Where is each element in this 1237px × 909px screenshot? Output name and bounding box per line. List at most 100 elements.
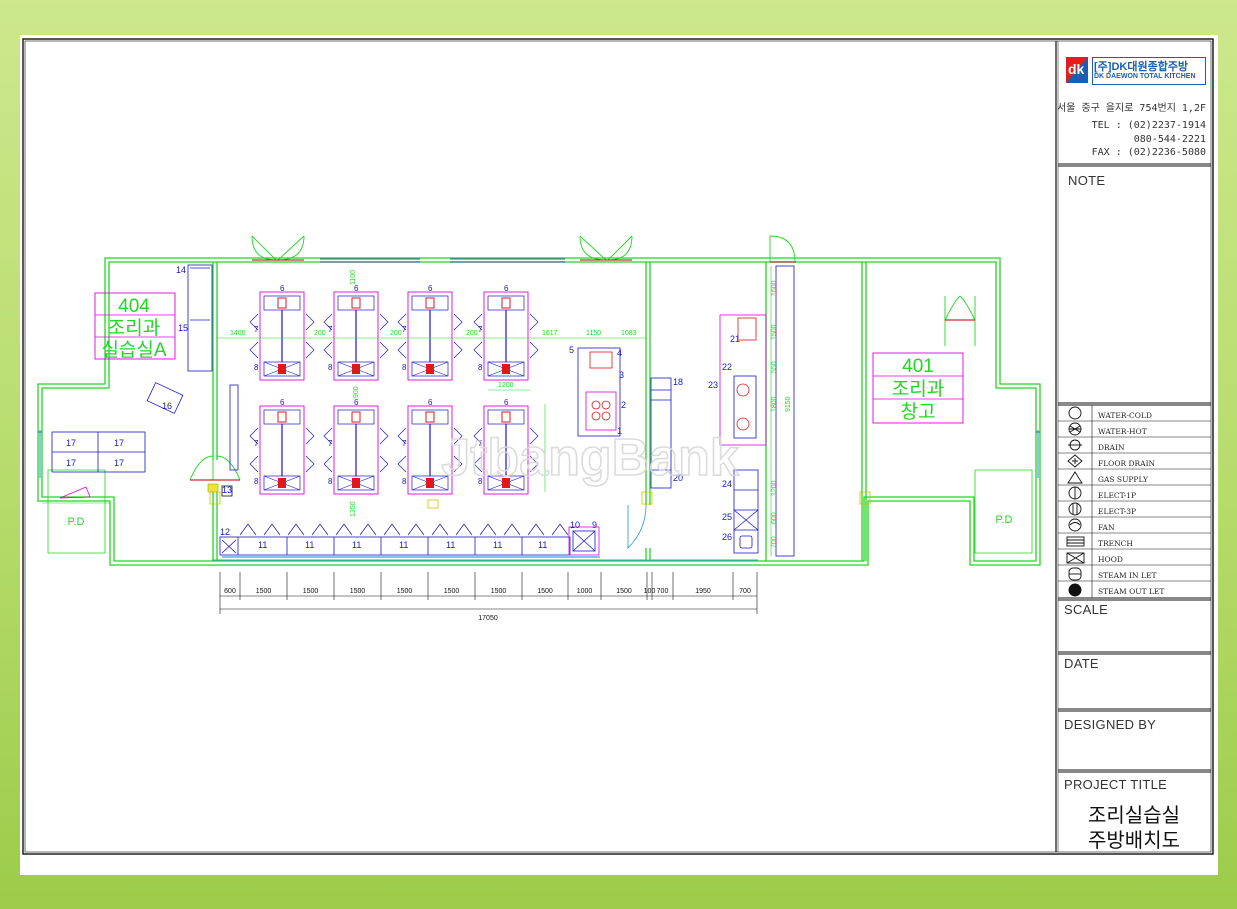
svg-text:550: 550 bbox=[771, 361, 778, 373]
item-8: 8 bbox=[254, 477, 259, 486]
svg-text:1200: 1200 bbox=[771, 480, 778, 496]
legend-row: ELECT-3P bbox=[1056, 505, 1212, 521]
company-name: [주]DK대원종합주방 bbox=[1094, 61, 1189, 73]
svg-text:1400: 1400 bbox=[230, 330, 246, 337]
company-tel2: 080-544-2221 bbox=[1133, 134, 1206, 145]
dimension-label: 1500 bbox=[397, 588, 413, 595]
room-404-name1: 조리과 bbox=[108, 317, 160, 339]
legend-label: DRAIN bbox=[1098, 443, 1125, 452]
chair bbox=[287, 523, 305, 536]
dimension-label: 1500 bbox=[491, 588, 507, 595]
item-6: 6 bbox=[354, 398, 359, 407]
svg-text:9150: 9150 bbox=[785, 396, 792, 412]
legend-row: ELECT-1P bbox=[1056, 489, 1212, 505]
legend-row: STEAM OUT LET bbox=[1056, 585, 1212, 601]
svg-text:17: 17 bbox=[114, 458, 124, 468]
item-18: 18 bbox=[673, 377, 683, 387]
legend-label: STEAM OUT LET bbox=[1098, 587, 1165, 596]
chair bbox=[383, 523, 401, 536]
legend-label: FLOOR DRAIN bbox=[1098, 459, 1156, 468]
cooking-station bbox=[397, 291, 463, 381]
scale-label: SCALE bbox=[1064, 602, 1109, 617]
item-6: 6 bbox=[428, 284, 433, 293]
dimension-label: 1500 bbox=[303, 588, 319, 595]
svg-text:200: 200 bbox=[314, 330, 326, 337]
item-8: 8 bbox=[402, 363, 407, 372]
item-7: 7 bbox=[402, 439, 407, 448]
item-7: 7 bbox=[402, 325, 407, 334]
designed-by-label: DESIGNED BY bbox=[1064, 717, 1157, 732]
svg-text:1150: 1150 bbox=[586, 330, 601, 337]
item-12: 12 bbox=[220, 527, 230, 537]
dimension-label: 1500 bbox=[444, 588, 460, 595]
dimension-label: 600 bbox=[224, 588, 236, 595]
item-11: 11 bbox=[258, 540, 267, 550]
floor-plan: 404 조리과 실습실A 401 조리과 창고 P.D P.D 17 17 17… bbox=[22, 38, 1214, 855]
svg-text:1600: 1600 bbox=[771, 280, 778, 296]
legend-row: FAN bbox=[1056, 521, 1212, 537]
dimension-label: 1500 bbox=[350, 588, 366, 595]
chair bbox=[527, 523, 545, 536]
cooking-station bbox=[323, 405, 389, 495]
item-14: 14 bbox=[176, 265, 186, 275]
dimension-label: 1500 bbox=[256, 588, 272, 595]
svg-text:11: 11 bbox=[399, 540, 408, 550]
item-10: 10 bbox=[570, 520, 580, 530]
cooking-station bbox=[473, 291, 539, 381]
cooking-station bbox=[249, 405, 315, 495]
item-26: 26 bbox=[722, 532, 732, 542]
chair bbox=[551, 523, 569, 536]
project-title-label: PROJECT TITLE bbox=[1064, 777, 1168, 792]
svg-text:1200: 1200 bbox=[498, 382, 514, 389]
item-6: 6 bbox=[280, 398, 285, 407]
title-block: dk [주]DK대원종합주방 DK DAEWON TOTAL KITCHEN 서… bbox=[1056, 41, 1212, 853]
room-401-name2: 창고 bbox=[901, 401, 936, 423]
legend-row: STEAM IN LET bbox=[1056, 569, 1212, 585]
svg-text:11: 11 bbox=[305, 540, 314, 550]
room-401-number: 401 bbox=[902, 356, 934, 377]
pd-label-left: P.D bbox=[68, 516, 85, 528]
chair bbox=[503, 523, 521, 536]
item-6: 6 bbox=[504, 398, 509, 407]
item-17: 17 bbox=[66, 438, 76, 448]
cooking-station bbox=[249, 291, 315, 381]
note-label: NOTE bbox=[1068, 173, 1106, 188]
item-3: 3 bbox=[619, 370, 624, 380]
legend-row: HOOD bbox=[1056, 553, 1212, 569]
svg-text:1083: 1083 bbox=[621, 330, 637, 337]
legend-label: FAN bbox=[1098, 523, 1115, 532]
chair bbox=[455, 523, 473, 536]
dimension-label: 1500 bbox=[616, 588, 632, 595]
svg-text:700: 700 bbox=[771, 536, 778, 548]
logo-mark: dk bbox=[1066, 57, 1088, 83]
chair bbox=[479, 523, 497, 536]
item-5: 5 bbox=[569, 345, 574, 355]
pd-label-right: P.D bbox=[996, 514, 1013, 526]
dimension-label: 100 bbox=[644, 588, 656, 595]
chair bbox=[431, 523, 449, 536]
company-address: 서울 중구 을지로 754번지 1,2F bbox=[1056, 103, 1206, 114]
item-8: 8 bbox=[402, 477, 407, 486]
bottom-chairs bbox=[239, 523, 569, 536]
item-15: 15 bbox=[178, 323, 188, 333]
item-6: 6 bbox=[428, 398, 433, 407]
watermark: JtbangBank bbox=[441, 429, 739, 487]
svg-text:900: 900 bbox=[353, 386, 360, 398]
item-8: 8 bbox=[328, 363, 333, 372]
legend-label: GAS SUPPLY bbox=[1098, 475, 1148, 484]
chair bbox=[311, 523, 329, 536]
legend-row: TRENCH bbox=[1056, 537, 1212, 553]
chair bbox=[359, 523, 377, 536]
item-2: 2 bbox=[621, 400, 626, 410]
company-tel: TEL : (02)2237-1914 bbox=[1091, 120, 1206, 131]
total-dimension: 17050 bbox=[478, 615, 498, 622]
svg-text:17: 17 bbox=[114, 438, 124, 448]
item-7: 7 bbox=[254, 325, 259, 334]
chair bbox=[239, 523, 257, 536]
item-8: 8 bbox=[328, 477, 333, 486]
svg-text:600: 600 bbox=[771, 512, 778, 524]
svg-text:1617: 1617 bbox=[542, 330, 558, 337]
svg-text:11: 11 bbox=[538, 540, 547, 550]
room-404-name2: 실습실A bbox=[101, 339, 166, 361]
legend-row: FLOOR DRAIN bbox=[1056, 457, 1212, 473]
